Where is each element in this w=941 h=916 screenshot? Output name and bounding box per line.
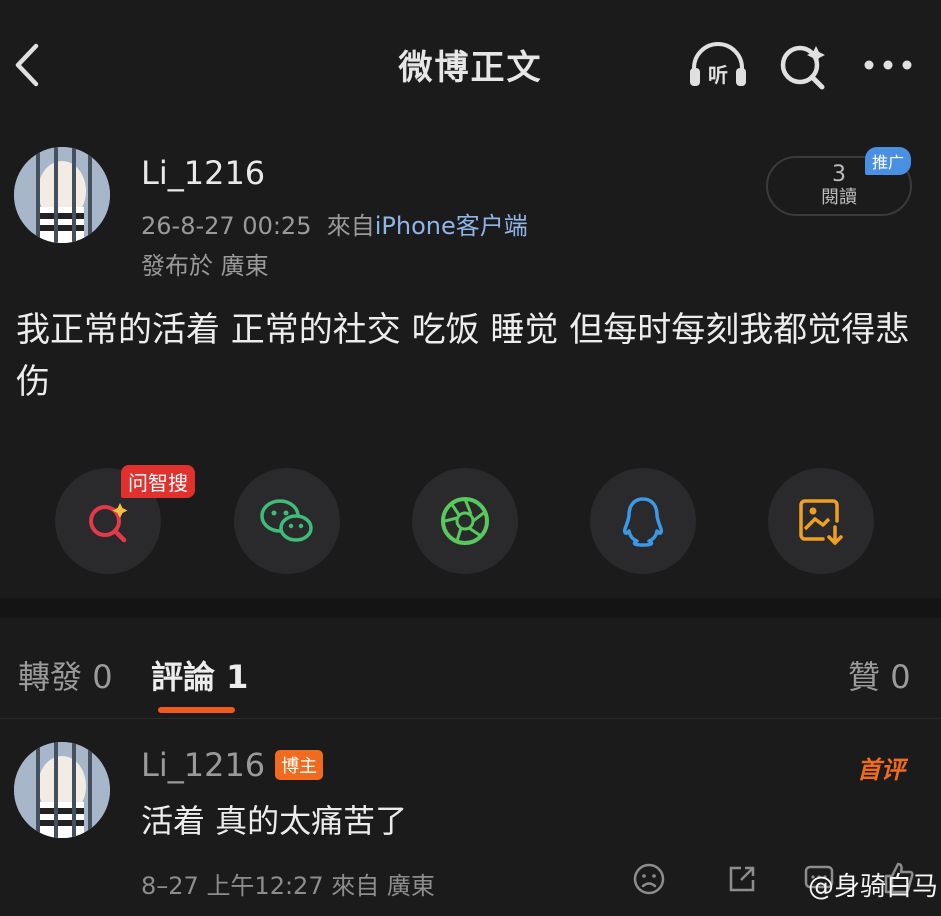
tab-comments[interactable]: 評論 1: [151, 652, 248, 698]
share-wechat-button[interactable]: [234, 468, 340, 574]
tab-comments-label: 評論: [151, 658, 216, 696]
read-label: 閱讀: [821, 187, 857, 208]
tab-repost[interactable]: 轉發 0: [18, 652, 113, 698]
post-time: 26-8-27 00:25: [141, 212, 312, 240]
post-location: 發布於 廣東: [141, 252, 269, 280]
tab-repost-label: 轉發: [18, 658, 83, 696]
tab-repost-count: 0: [92, 658, 113, 696]
moments-icon: [441, 497, 489, 545]
post-content: 我正常的活着 正常的社交 吃饭 睡觉 但每时每刻我都觉得悲伤: [16, 310, 910, 402]
post-username[interactable]: Li_1216: [141, 154, 265, 192]
search-sparkle-icon: [780, 45, 825, 90]
svg-text:听: 听: [708, 63, 728, 87]
tabs-divider: [0, 718, 941, 719]
share-arrow-icon: [729, 866, 755, 892]
qq-penguin-icon: [623, 497, 663, 547]
headphone-icon: 听: [690, 42, 746, 87]
tab-comments-count: 1: [226, 658, 249, 696]
save-image-icon: [799, 499, 843, 545]
search-sparkle-button[interactable]: [770, 38, 834, 92]
promote-badge[interactable]: 推广: [865, 147, 912, 175]
sad-face-icon: [633, 863, 665, 895]
share-comment-button[interactable]: [725, 862, 759, 896]
save-image-button[interactable]: [768, 468, 874, 574]
comment-username[interactable]: Li_1216: [141, 746, 265, 784]
more-options-button[interactable]: [856, 38, 920, 92]
post-source-device[interactable]: iPhone客户端: [375, 212, 528, 240]
top-bar: 微博正文 听: [0, 0, 941, 130]
post-meta: 26-8-27 00:25 來自iPhone客户端: [141, 206, 528, 241]
avatar[interactable]: [14, 147, 110, 243]
comment-author-row: Li_1216 博主: [141, 746, 324, 784]
active-tab-indicator: [158, 707, 235, 713]
comment-meta: 8–27 上午12:27 來自 廣東: [141, 872, 435, 900]
post-source-prefix: 來自: [326, 212, 375, 240]
react-emoji-button[interactable]: [632, 862, 666, 896]
tab-likes[interactable]: 贊 0: [848, 652, 911, 698]
share-moments-button[interactable]: [412, 468, 518, 574]
more-dots-icon: [864, 60, 912, 70]
comment-avatar[interactable]: [14, 742, 110, 838]
first-comment-badge: 首评: [857, 756, 905, 784]
tab-likes-label: 贊: [848, 658, 881, 696]
share-qq-button[interactable]: [590, 468, 696, 574]
listen-button[interactable]: 听: [686, 38, 750, 92]
wenzhi-badge: 问智搜: [121, 465, 195, 498]
comment-text: 活着 真的太痛苦了: [141, 802, 408, 840]
watermark: @身骑白马: [808, 872, 939, 902]
section-divider: [0, 598, 941, 618]
search-sparkle-icon: [89, 503, 128, 543]
author-badge: 博主: [275, 750, 324, 780]
tab-likes-count: 0: [890, 658, 911, 696]
wechat-icon: [260, 499, 313, 542]
